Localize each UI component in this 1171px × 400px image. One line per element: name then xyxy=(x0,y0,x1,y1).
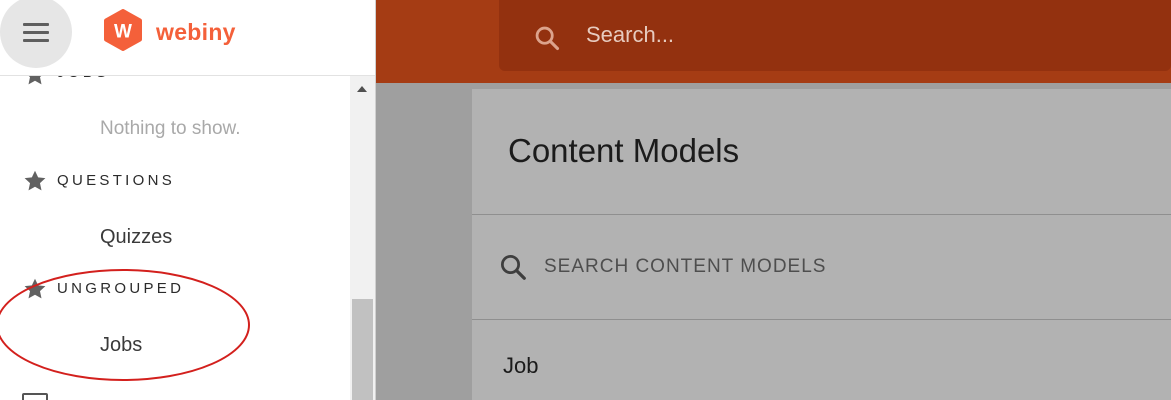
content-model-item[interactable]: Job xyxy=(503,353,538,379)
content-icon xyxy=(22,393,48,400)
page-title: Content Models xyxy=(508,132,740,169)
divider xyxy=(472,319,1171,320)
menu-item-quizzes[interactable]: Quizzes xyxy=(100,226,172,249)
star-icon xyxy=(24,170,46,191)
logo-letter: W xyxy=(114,22,132,43)
menu-group-questions[interactable]: QUESTIONS xyxy=(57,172,175,189)
hamburger-menu-button[interactable] xyxy=(0,0,72,68)
empty-state-text: Nothing to show. xyxy=(100,118,241,139)
drawer-header: W webiny xyxy=(0,0,375,76)
global-search-input[interactable]: Search... xyxy=(586,22,674,48)
search-icon xyxy=(535,26,560,51)
search-icon xyxy=(501,255,526,280)
divider xyxy=(472,214,1171,215)
scrollbar-thumb[interactable] xyxy=(352,299,373,400)
scroll-up-arrow-icon[interactable] xyxy=(357,86,367,92)
menu-icon-line xyxy=(23,31,49,34)
menu-item-jobs[interactable]: Jobs xyxy=(100,334,142,357)
menu-icon-line xyxy=(23,23,49,26)
star-icon xyxy=(24,278,46,299)
navigation-drawer: JOBS Nothing to show. QUESTIONS Quizzes … xyxy=(0,0,376,400)
webiny-logo-icon: W xyxy=(104,9,142,51)
brand-name: webiny xyxy=(156,19,236,45)
menu-icon-line xyxy=(23,39,49,42)
content-models-search-input[interactable]: SEARCH CONTENT MODELS xyxy=(544,256,826,278)
menu-group-ungrouped[interactable]: UNGROUPED xyxy=(57,280,184,297)
